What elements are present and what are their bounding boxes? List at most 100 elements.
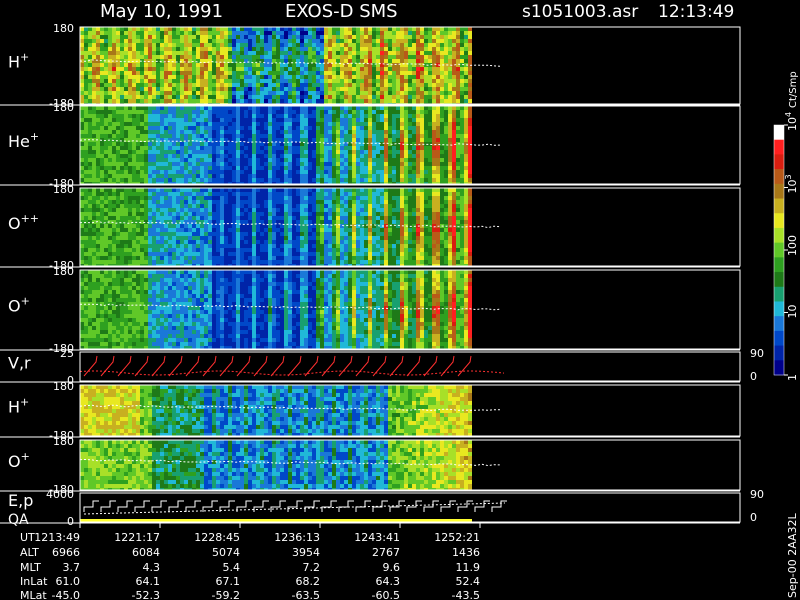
heatmap-cell [448, 59, 452, 63]
heatmap-cell [196, 31, 200, 35]
heatmap-cell [452, 166, 456, 170]
heatmap-cell [256, 35, 260, 39]
heatmap-cell [284, 59, 288, 63]
heatmap-cell [444, 67, 448, 71]
heatmap-cell [136, 236, 140, 240]
heatmap-cell [308, 106, 312, 110]
heatmap-cell [348, 154, 352, 158]
heatmap-cell [364, 91, 368, 95]
heatmap-cell [424, 106, 428, 110]
heatmap-cell [440, 142, 444, 146]
heatmap-cell [164, 256, 168, 260]
heatmap-cell [188, 208, 192, 212]
heatmap-cell [116, 67, 120, 71]
heatmap-cell [292, 178, 296, 182]
heatmap-cell [464, 95, 468, 99]
heatmap-cell [184, 192, 188, 196]
heatmap-cell [236, 134, 240, 138]
heatmap-cell [84, 174, 88, 178]
heatmap-cell [428, 31, 432, 35]
heatmap-cell [156, 91, 160, 95]
heatmap-cell [256, 39, 260, 43]
heatmap-cell [308, 99, 312, 103]
heatmap-cell [452, 99, 456, 103]
heatmap-cell [396, 35, 400, 39]
heatmap-cell [144, 43, 148, 47]
heatmap-cell [204, 83, 208, 87]
heatmap-cell [384, 91, 388, 95]
heatmap-cell [268, 228, 272, 232]
heatmap-cell [388, 122, 392, 126]
heatmap-cell [228, 39, 232, 43]
heatmap-cell [464, 75, 468, 79]
heatmap-cell [288, 158, 292, 162]
heatmap-cell [256, 95, 260, 99]
heatmap-cell [120, 150, 124, 154]
heatmap-cell [268, 248, 272, 252]
heatmap-cell [236, 83, 240, 87]
heatmap-cell [304, 95, 308, 99]
heatmap-cell [204, 244, 208, 248]
heatmap-cell [252, 162, 256, 166]
heatmap-cell [116, 158, 120, 162]
heatmap-cell [232, 178, 236, 182]
heatmap-cell [244, 27, 248, 31]
heatmap-cell [172, 110, 176, 114]
heatmap-cell [164, 126, 168, 130]
heatmap-cell [88, 260, 92, 264]
heatmap-cell [312, 63, 316, 67]
heatmap-cell [224, 134, 228, 138]
heatmap-cell [332, 39, 336, 43]
heatmap-cell [228, 27, 232, 31]
heatmap-cell [152, 252, 156, 256]
heatmap-cell [372, 178, 376, 182]
heatmap-cell [236, 188, 240, 192]
heatmap-cell [172, 55, 176, 59]
heatmap-cell [224, 55, 228, 59]
heatmap-cell [208, 142, 212, 146]
heatmap-cell [224, 188, 228, 192]
heatmap-cell [172, 200, 176, 204]
heatmap-cell [284, 232, 288, 236]
heatmap-cell [80, 228, 84, 232]
heatmap-cell [176, 91, 180, 95]
heatmap-cell [264, 114, 268, 118]
heatmap-cell [184, 228, 188, 232]
heatmap-cell [152, 39, 156, 43]
heatmap-cell [328, 150, 332, 154]
heatmap-cell [196, 248, 200, 252]
heatmap-cell [244, 256, 248, 260]
heatmap-cell [440, 27, 444, 31]
heatmap-cell [272, 130, 276, 134]
heatmap-cell [108, 170, 112, 174]
heatmap-cell [184, 208, 188, 212]
heatmap-cell [348, 99, 352, 103]
heatmap-cell [200, 55, 204, 59]
heatmap-cell [208, 51, 212, 55]
heatmap-cell [256, 67, 260, 71]
heatmap-cell [144, 236, 148, 240]
heatmap-cell [360, 154, 364, 158]
heatmap-cell [364, 43, 368, 47]
heatmap-cell [164, 27, 168, 31]
heatmap-cell [296, 170, 300, 174]
heatmap-cell [196, 99, 200, 103]
heatmap-cell [220, 71, 224, 75]
heatmap-cell [240, 248, 244, 252]
heatmap-cell [184, 200, 188, 204]
heatmap-cell [96, 204, 100, 208]
heatmap-cell [192, 118, 196, 122]
heatmap-cell [200, 224, 204, 228]
heatmap-cell [420, 27, 424, 31]
heatmap-cell [324, 126, 328, 130]
heatmap-cell [296, 83, 300, 87]
heatmap-cell [416, 110, 420, 114]
heatmap-cell [224, 178, 228, 182]
heatmap-cell [180, 248, 184, 252]
header-time: 12:13:49 [658, 2, 734, 22]
heatmap-cell [304, 118, 308, 122]
heatmap-cell [372, 43, 376, 47]
heatmap-cell [200, 236, 204, 240]
heatmap-cell [168, 178, 172, 182]
heatmap-cell [348, 126, 352, 130]
